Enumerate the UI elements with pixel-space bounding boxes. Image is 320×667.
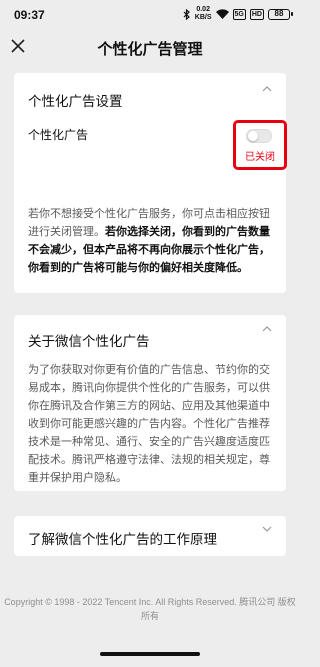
chevron-down-icon[interactable] [262, 526, 272, 532]
signal-badge-hd: HD [249, 8, 264, 20]
about-title: 关于微信个性化广告 [28, 334, 150, 350]
wifi-icon [215, 9, 229, 19]
network-speed: 0.02 KB/S [195, 6, 212, 22]
toggle-label: 个性化广告 [28, 128, 89, 142]
battery-level: 88 [274, 8, 284, 18]
bluetooth-icon [183, 8, 190, 20]
toggle-status-text: 已关闭 [245, 152, 275, 163]
battery-icon: 88 [268, 8, 293, 20]
about-paragraph: 为了你获取对你更有价值的广告信息、节约你的交易成本，腾讯向你提供个性化的广告服务… [28, 363, 270, 484]
speed-value: 0.02 [196, 6, 210, 13]
page-title: 个性化广告管理 [97, 40, 203, 58]
copyright-footer: Copyright © 1998 - 2022 Tencent Inc. All… [4, 597, 296, 621]
toggle-knob [248, 131, 258, 141]
ad-settings-title: 个性化广告设置 [28, 94, 123, 110]
nav-bar: 个性化广告管理 [0, 30, 300, 64]
personalized-ads-toggle[interactable] [246, 129, 272, 143]
signal-badge-5g: 5G [232, 8, 246, 20]
home-indicator[interactable] [100, 652, 200, 656]
speed-unit: KB/S [194, 14, 212, 21]
ad-settings-card: 个性化广告设置 个性化广告 已关闭 若你不想接受个性化广告服务，你可点击相应按钮… [14, 73, 287, 293]
ad-settings-description: 若你不想接受个性化广告服务，你可点击相应按钮进行关闭管理。若你选择关闭，你看到的… [28, 205, 275, 277]
how-it-works-card[interactable]: 了解微信个性化广告的工作原理 [14, 516, 286, 556]
how-it-works-title: 了解微信个性化广告的工作原理 [28, 532, 217, 548]
chevron-up-icon[interactable] [262, 86, 272, 92]
chevron-up-icon[interactable] [262, 326, 272, 332]
status-bar: 09:37 0.02 KB/S 5G HD 88 [0, 0, 300, 30]
status-icons: 0.02 KB/S 5G HD 88 [183, 6, 293, 22]
about-card: 关于微信个性化广告 为了你获取对你更有价值的广告信息、节约你的交易成本，腾讯向你… [14, 315, 286, 491]
status-time: 09:37 [14, 8, 45, 22]
